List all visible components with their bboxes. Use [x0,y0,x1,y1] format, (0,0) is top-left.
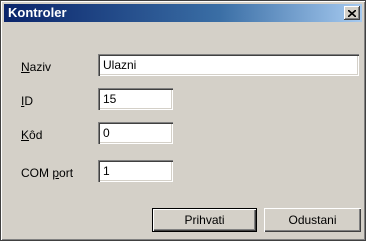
label-naziv: Naziv [21,60,51,74]
label-com-port-post: ort [59,166,74,180]
com-port-field[interactable]: 1 [98,160,173,182]
label-com-port: COM port [21,166,73,180]
label-id: ID [21,94,33,108]
odustani-button[interactable]: Odustani [264,208,361,232]
label-kod: Kôd [21,128,42,142]
label-naziv-mnemonic: N [21,60,30,74]
dialog-window: Kontroler Naziv Ulazni ID 15 Kôd 0 COM p… [0,0,366,241]
label-id-post: D [24,94,34,108]
label-kod-post: ôd [29,128,43,142]
title-bar[interactable]: Kontroler [4,4,362,22]
close-icon [348,9,356,17]
kod-field[interactable]: 0 [98,122,173,144]
naziv-field[interactable]: Ulazni [98,54,359,76]
id-field[interactable]: 15 [98,88,173,110]
close-button[interactable] [344,6,360,20]
label-kod-mnemonic: K [21,128,30,142]
label-naziv-post: aziv [29,60,52,74]
label-com-port-pre: COM [21,166,53,180]
window-title: Kontroler [8,5,67,20]
prihvati-button[interactable]: Prihvati [152,208,257,232]
